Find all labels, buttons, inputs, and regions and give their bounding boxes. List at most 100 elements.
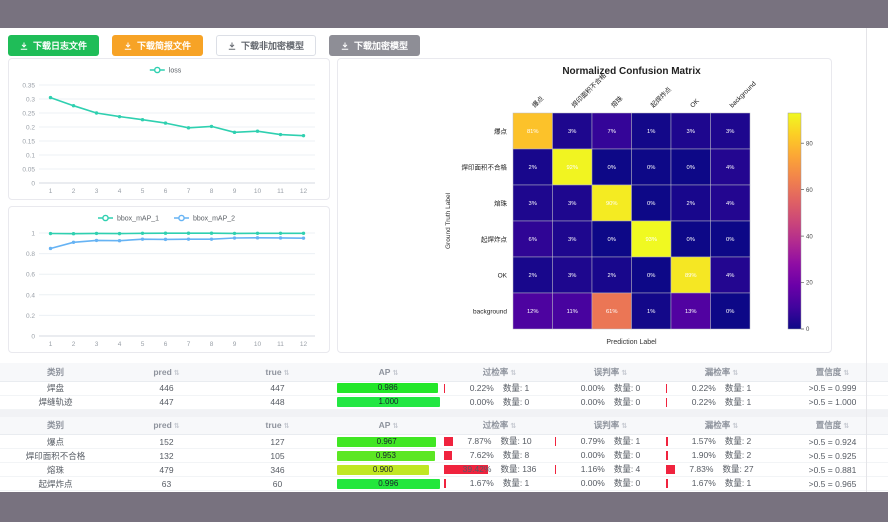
rate-cell: 0.22%数量: 1 bbox=[666, 382, 777, 395]
column-header-漏检率[interactable]: 漏检率⇅ bbox=[666, 363, 777, 381]
ap-cell: 1.000 bbox=[333, 395, 444, 409]
true-count-cell: 447 bbox=[222, 381, 333, 395]
sort-caret-icon[interactable]: ⇅ bbox=[843, 423, 849, 430]
sort-caret-icon[interactable]: ⇅ bbox=[174, 423, 180, 430]
column-label: pred bbox=[153, 420, 171, 430]
rate-percent: 0.79% bbox=[581, 435, 605, 448]
sort-caret-icon[interactable]: ⇅ bbox=[732, 423, 738, 430]
column-header-误判率[interactable]: 误判率⇅ bbox=[555, 417, 666, 435]
column-header-true[interactable]: true⇅ bbox=[222, 417, 333, 435]
sort-caret-icon[interactable]: ⇅ bbox=[392, 370, 398, 377]
ap-bar: 0.953 bbox=[337, 451, 435, 461]
confusion-matrix-card: Normalized Confusion Matrix81%3%7%1%3%3%… bbox=[337, 58, 832, 353]
download-log-button[interactable]: 下载日志文件 bbox=[8, 35, 99, 56]
rate-quantity: 数量: 1 bbox=[503, 382, 529, 395]
legend-item-loss[interactable]: loss bbox=[150, 67, 182, 74]
column-header-置信度[interactable]: 置信度⇅ bbox=[777, 417, 888, 435]
scrollbar-track[interactable] bbox=[866, 28, 867, 492]
window-chrome-top bbox=[0, 0, 888, 28]
download-report-button[interactable]: 下载简报文件 bbox=[112, 35, 203, 56]
metrics-tables: 类别pred⇅true⇅AP⇅过检率⇅误判率⇅漏检率⇅置信度⇅焊盘4464470… bbox=[0, 363, 888, 492]
column-header-误判率[interactable]: 误判率⇅ bbox=[555, 363, 666, 381]
svg-text:4: 4 bbox=[118, 188, 122, 195]
legend-item-bbox_mAP_1[interactable]: bbox_mAP_1 bbox=[98, 215, 159, 222]
overdetect-rate-cell: 0.22%数量: 1 bbox=[444, 381, 555, 395]
overdetect-rate-cell: 7.62%数量: 8 bbox=[444, 449, 555, 463]
sort-caret-icon[interactable]: ⇅ bbox=[284, 423, 290, 430]
metrics-table-2: 类别pred⇅true⇅AP⇅过检率⇅误判率⇅漏检率⇅置信度⇅爆点1521270… bbox=[0, 417, 888, 493]
ap-bar: 0.967 bbox=[337, 437, 436, 447]
confidence-cell: >0.5 = 0.999 bbox=[777, 381, 888, 395]
legend-item-bbox_mAP_2[interactable]: bbox_mAP_2 bbox=[174, 215, 235, 222]
rate-percent: 0.00% bbox=[581, 382, 605, 395]
column-label: 漏检率 bbox=[705, 367, 731, 377]
svg-text:4%: 4% bbox=[726, 165, 734, 171]
column-header-true[interactable]: true⇅ bbox=[222, 363, 333, 381]
svg-text:6: 6 bbox=[164, 188, 168, 195]
download-encrypted-model-button[interactable]: 下载加密模型 bbox=[329, 35, 420, 56]
column-header-AP[interactable]: AP⇅ bbox=[333, 417, 444, 435]
column-label: 类别 bbox=[47, 420, 64, 430]
column-header-类别: 类别 bbox=[0, 363, 111, 381]
column-label: 过检率 bbox=[483, 367, 509, 377]
column-header-置信度[interactable]: 置信度⇅ bbox=[777, 363, 888, 381]
column-header-AP[interactable]: AP⇅ bbox=[333, 363, 444, 381]
button-label: 下载日志文件 bbox=[33, 39, 87, 52]
svg-text:0%: 0% bbox=[726, 309, 734, 315]
column-label: 类别 bbox=[47, 367, 64, 377]
pred-count-cell: 479 bbox=[111, 463, 222, 477]
svg-text:7%: 7% bbox=[608, 129, 616, 135]
svg-text:4%: 4% bbox=[726, 273, 734, 279]
sort-caret-icon[interactable]: ⇅ bbox=[621, 423, 627, 430]
overdetect-rate-cell: 7.87%数量: 10 bbox=[444, 435, 555, 449]
sort-caret-icon[interactable]: ⇅ bbox=[510, 370, 516, 377]
download-icon bbox=[20, 42, 28, 50]
sort-caret-icon[interactable]: ⇅ bbox=[843, 370, 849, 377]
sort-caret-icon[interactable]: ⇅ bbox=[621, 370, 627, 377]
svg-text:2%: 2% bbox=[529, 273, 537, 279]
rate-quantity: 数量: 136 bbox=[500, 463, 536, 476]
column-label: 置信度 bbox=[816, 367, 842, 377]
svg-text:0: 0 bbox=[806, 327, 810, 333]
rate-cell: 0.00%数量: 0 bbox=[444, 396, 555, 409]
ap-cell: 0.953 bbox=[333, 449, 444, 463]
svg-text:13%: 13% bbox=[685, 309, 697, 315]
sort-caret-icon[interactable]: ⇅ bbox=[174, 370, 180, 377]
sort-caret-icon[interactable]: ⇅ bbox=[392, 423, 398, 430]
column-label: 置信度 bbox=[816, 420, 842, 430]
rate-cell: 7.83%数量: 27 bbox=[666, 463, 777, 476]
svg-text:10: 10 bbox=[254, 341, 262, 348]
svg-text:0%: 0% bbox=[647, 165, 655, 171]
svg-text:12: 12 bbox=[300, 188, 308, 195]
rate-quantity: 数量: 1 bbox=[503, 477, 529, 490]
overdetect-rate-cell: 0.00%数量: 0 bbox=[444, 395, 555, 409]
sort-caret-icon[interactable]: ⇅ bbox=[732, 370, 738, 377]
column-header-pred[interactable]: pred⇅ bbox=[111, 363, 222, 381]
rate-cell: 1.16%数量: 4 bbox=[555, 463, 666, 476]
download-plain-model-button[interactable]: 下载非加密模型 bbox=[216, 35, 316, 56]
true-count-cell: 105 bbox=[222, 449, 333, 463]
sort-caret-icon[interactable]: ⇅ bbox=[284, 370, 290, 377]
svg-text:61%: 61% bbox=[606, 309, 618, 315]
svg-text:焊印面积不合格: 焊印面积不合格 bbox=[462, 163, 508, 172]
rate-quantity: 数量: 2 bbox=[725, 435, 751, 448]
column-header-pred[interactable]: pred⇅ bbox=[111, 417, 222, 435]
rate-cell: 7.62%数量: 8 bbox=[444, 449, 555, 462]
confidence-cell: >0.5 = 1.000 bbox=[777, 395, 888, 409]
column-label: pred bbox=[153, 367, 171, 377]
column-header-过检率[interactable]: 过检率⇅ bbox=[444, 363, 555, 381]
rate-quantity: 数量: 0 bbox=[503, 396, 529, 409]
rate-percent: 1.67% bbox=[692, 477, 716, 490]
table-row: 熔珠4793460.90039.42%数量: 1361.16%数量: 47.83… bbox=[0, 463, 888, 477]
sort-caret-icon[interactable]: ⇅ bbox=[510, 423, 516, 430]
svg-text:熔珠: 熔珠 bbox=[609, 94, 625, 110]
svg-text:起焊炸点: 起焊炸点 bbox=[648, 84, 673, 109]
column-header-过检率[interactable]: 过检率⇅ bbox=[444, 417, 555, 435]
column-header-漏检率[interactable]: 漏检率⇅ bbox=[666, 417, 777, 435]
miss-rate-cell: 1.67%数量: 1 bbox=[666, 477, 777, 491]
svg-text:20: 20 bbox=[806, 281, 813, 287]
class-name-cell: 焊盘 bbox=[0, 381, 111, 395]
button-label: 下载加密模型 bbox=[354, 39, 408, 52]
rate-cell: 1.67%数量: 1 bbox=[666, 477, 777, 490]
svg-text:1%: 1% bbox=[647, 129, 655, 135]
